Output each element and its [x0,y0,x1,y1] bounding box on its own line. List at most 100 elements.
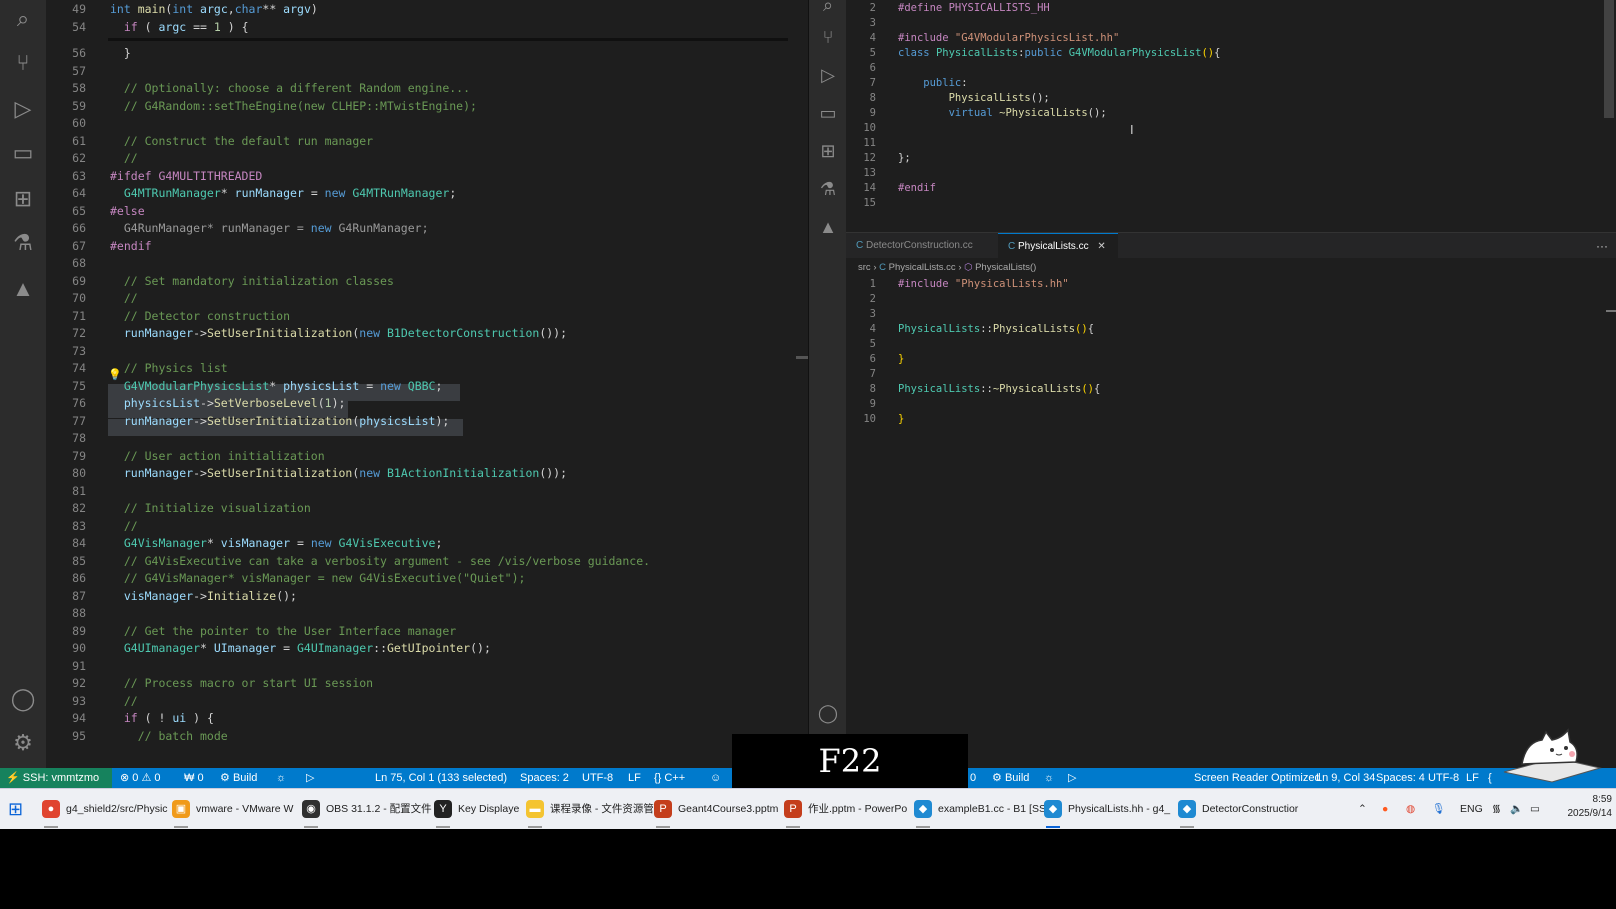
taskbar-app[interactable]: ▣ vmware - VMware W [172,789,293,829]
cmake-icon[interactable]: ▲ [8,274,38,304]
breadcrumb-src[interactable]: src [858,262,871,273]
code-line[interactable]: if ( argc == 1 ) { [110,20,249,34]
code-line[interactable]: G4VisManager* visManager = new G4VisExec… [110,536,443,550]
code-line[interactable]: int main(int argc,char** argv) [110,2,318,16]
code-line[interactable]: PhysicalLists::~PhysicalLists(){ [898,383,1100,395]
code-line[interactable]: PhysicalLists::PhysicalLists(){ [898,323,1094,335]
code-line[interactable]: // [110,291,138,305]
header-file-editor[interactable]: 2 #define PHYSICALLISTS_HH 3 4 #include "G4V… [846,0,1616,232]
ports-indicator[interactable]: 0 [970,768,976,788]
remote-explorer-icon[interactable]: ▭ [815,100,841,126]
tab-detectorconstruction[interactable]: C DetectorConstruction.cc [846,233,1002,259]
code-line[interactable]: // [110,151,138,165]
code-line[interactable]: // G4VisExecutive can take a verbosity a… [110,554,650,568]
tray-chrome-icon[interactable]: ◍ [1406,789,1415,829]
taskbar-app[interactable]: ◆ PhysicalLists.hh - g4_ [1044,789,1170,829]
code-line[interactable]: // [110,519,138,533]
code-line[interactable]: // Get the pointer to the User Interface… [110,624,456,638]
taskbar-app[interactable]: ◆ exampleB1.cc - B1 [SS [914,789,1046,829]
code-line[interactable]: // Initialize visualization [110,501,311,515]
wifi-icon[interactable]: ᯾ [1492,789,1501,829]
code-line[interactable]: class PhysicalLists:public G4VModularPhy… [898,47,1220,59]
code-line[interactable]: physicsList->SetVerboseLevel(1); [110,396,346,410]
testing-flask-icon[interactable]: ⚗ [8,228,38,258]
close-icon[interactable]: ✕ [1097,241,1105,252]
settings-gear-icon[interactable]: ⚙ [8,728,38,758]
code-line[interactable]: // G4Random::setTheEngine(new CLHEP::MTw… [110,99,477,113]
encoding-setting[interactable]: UTF-8 [582,768,613,788]
code-line[interactable]: // [110,694,138,708]
screen-reader-mode[interactable]: Screen Reader Optimized [1194,768,1321,788]
code-line[interactable]: // G4VisManager* visManager = new G4VisE… [110,571,526,585]
cursor-position[interactable]: Ln 9, Col 34 [1316,768,1375,788]
remote-explorer-icon[interactable]: ▭ [8,138,38,168]
testing-flask-icon[interactable]: ⚗ [815,176,841,202]
code-line[interactable]: // Set mandatory initialization classes [110,274,394,288]
debug-icon[interactable]: ☼ [1044,768,1054,788]
build-button[interactable]: ⚙ Build [992,768,1029,788]
battery-icon[interactable]: ▭ [1530,789,1540,829]
breadcrumb-symbol[interactable]: PhysicalLists() [975,262,1036,273]
code-line[interactable]: // Construct the default run manager [110,134,373,148]
chevron-up-icon[interactable]: ⌃ [1358,789,1367,829]
copilot-icon[interactable]: ☺ [710,768,721,788]
clock[interactable]: 8:59 2025/9/14 [1556,793,1613,821]
eol-setting[interactable]: LF [1466,768,1479,788]
volume-icon[interactable]: 🔈 [1510,789,1523,829]
eol-setting[interactable]: LF [628,768,641,788]
taskbar-app[interactable]: ● g4_shield2/src/Physic [42,789,168,829]
source-file-editor[interactable]: src › C PhysicalLists.cc › ⬡ PhysicalLis… [846,258,1616,768]
breadcrumb-file[interactable]: PhysicalLists.cc [889,262,956,273]
left-scrollbar-thumb[interactable] [796,356,808,359]
code-line[interactable]: public: [898,77,967,89]
windows-start-icon[interactable]: ⊞ [8,789,23,829]
debug-icon[interactable]: ☼ [276,768,286,788]
code-line[interactable]: runManager->SetUserInitialization(new B1… [110,326,567,340]
code-line[interactable]: G4UImanager* UImanager = G4UImanager::Ge… [110,641,491,655]
code-line[interactable]: #endif [898,182,936,194]
code-line[interactable]: virtual ~PhysicalLists(); [898,107,1107,119]
code-line[interactable]: }; [898,152,911,164]
indentation-setting[interactable]: Spaces: 4 [1376,768,1425,788]
taskbar-app[interactable]: P Geant4Course3.pptm [654,789,778,829]
code-line[interactable]: G4VModularPhysicsList* physicsList = new… [110,379,443,393]
taskbar-app[interactable]: P 作业.pptm - PowerPo [784,789,907,829]
code-line[interactable]: // Process macro or start UI session [110,676,373,690]
run-debug-icon[interactable]: ▷ [815,62,841,88]
language-mode[interactable]: {} C++ [654,768,685,788]
search-icon[interactable]: ⌕ [8,4,38,34]
code-line[interactable]: if ( ! ui ) { [110,711,214,725]
code-line[interactable]: #else [110,204,145,218]
code-line[interactable]: PhysicalLists(); [898,92,1050,104]
code-line[interactable]: } [110,46,131,60]
right-top-scrollbar-thumb[interactable] [1604,0,1614,118]
cmake-icon[interactable]: ▲ [815,214,841,240]
code-line[interactable]: #include "G4VModularPhysicsList.hh" [898,32,1119,44]
code-line[interactable]: } [898,353,904,365]
code-line[interactable]: // batch mode [110,729,228,743]
indentation-setting[interactable]: Spaces: 2 [520,768,569,788]
code-line[interactable]: G4RunManager* runManager = new G4RunMana… [110,221,429,235]
account-icon[interactable]: ◯ [815,700,841,726]
taskbar-app[interactable]: ◉ OBS 31.1.2 - 配置文件 [302,789,432,829]
problems-indicator[interactable]: ⊗ 0 ⚠ 0 [120,768,160,788]
code-line[interactable]: #endif [110,239,152,253]
code-line[interactable]: runManager->SetUserInitialization(physic… [110,414,449,428]
cursor-position[interactable]: Ln 75, Col 1 (133 selected) [375,768,507,788]
run-play-icon[interactable]: ▷ [306,768,314,788]
code-line[interactable]: // Optionally: choose a different Random… [110,81,470,95]
build-button[interactable]: ⚙ Build [220,768,257,788]
code-line[interactable]: // Detector construction [110,309,290,323]
tab-physicallists-cc[interactable]: C PhysicalLists.cc ✕ [998,233,1118,259]
code-line[interactable]: #define PHYSICALLISTS_HH [898,2,1050,14]
code-line[interactable]: visManager->Initialize(); [110,589,297,603]
code-line[interactable]: #ifdef G4MULTITHREADED [110,169,262,183]
search-icon[interactable]: ⌕ [815,0,841,18]
microphone-icon[interactable]: 🎙 [1432,789,1445,829]
ime-indicator[interactable]: ENG [1460,789,1483,829]
ports-indicator[interactable]: ₩ 0 [184,768,204,788]
code-line[interactable]: } [898,413,904,425]
lightbulb-icon[interactable]: 💡 [108,368,122,381]
language-braces-icon[interactable]: { [1488,768,1492,788]
taskbar-app[interactable]: Y Key Displaye [434,789,519,829]
